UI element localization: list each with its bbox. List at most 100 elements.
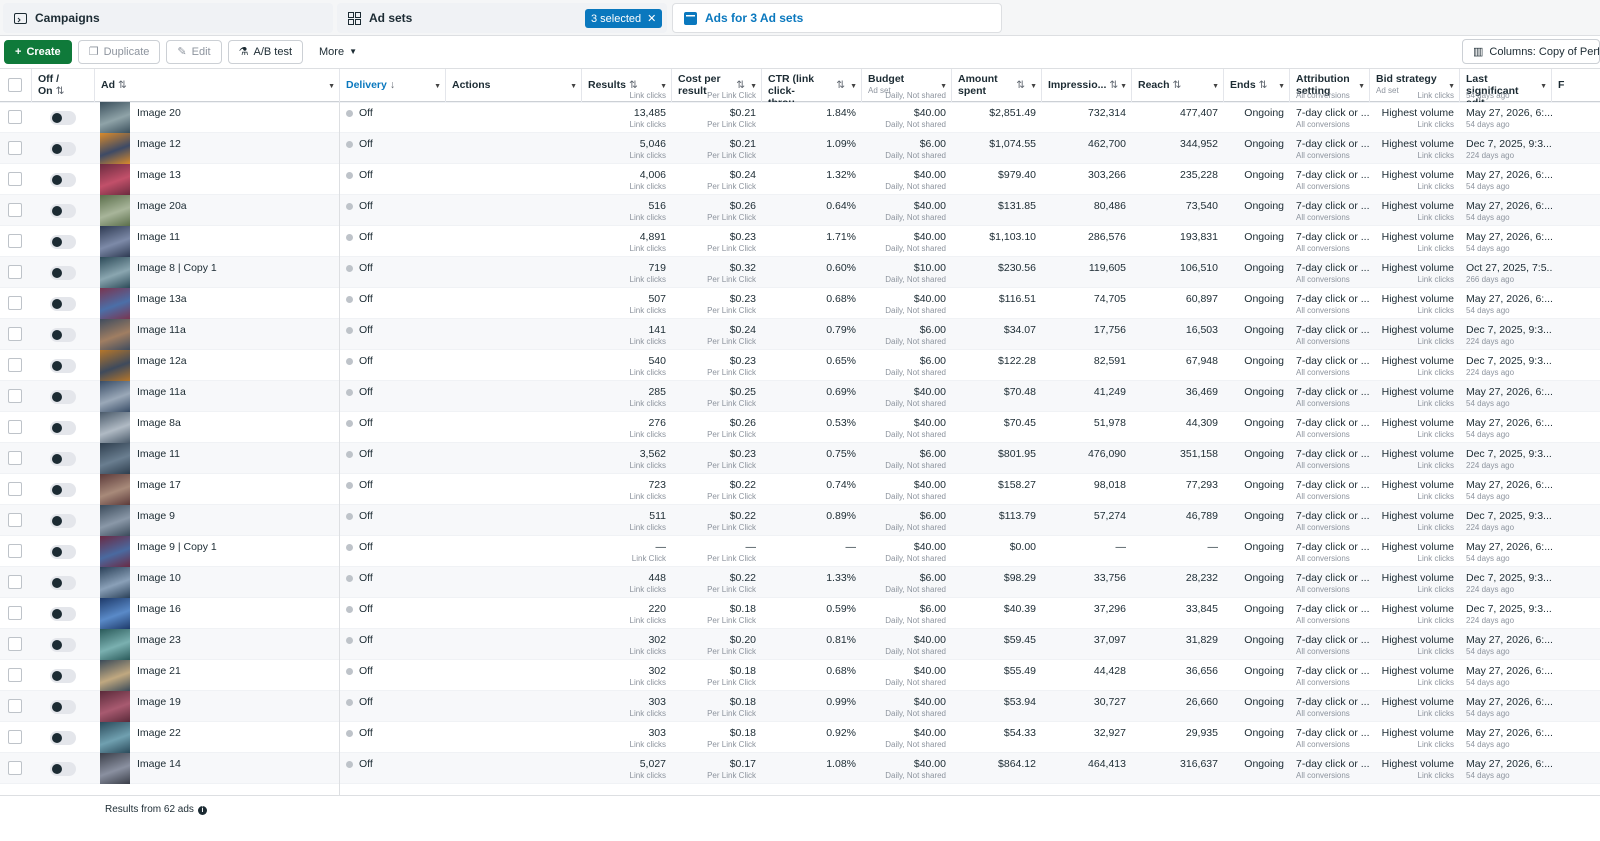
row-checkbox[interactable] (8, 513, 22, 527)
table-row[interactable]: Image 20a Off 516 Link clicks $0.26 Per Link … (0, 195, 1600, 226)
on-off-toggle[interactable] (50, 483, 76, 497)
on-off-toggle[interactable] (50, 173, 76, 187)
ad-name[interactable]: Image 11 (131, 226, 339, 257)
row-checkbox[interactable] (8, 668, 22, 682)
row-checkbox[interactable] (8, 761, 22, 775)
more-button[interactable]: More ▼ (309, 39, 367, 64)
ad-name[interactable]: Image 23 (131, 629, 339, 660)
on-off-toggle[interactable] (50, 700, 76, 714)
ad-name[interactable]: Image 9 (131, 505, 339, 536)
ad-thumbnail[interactable] (100, 319, 130, 350)
row-checkbox[interactable] (8, 296, 22, 310)
ad-thumbnail[interactable] (100, 536, 130, 567)
on-off-toggle[interactable] (50, 235, 76, 249)
ab-test-button[interactable]: ⚗ A/B test (227, 39, 304, 64)
table-row[interactable]: Image 14 Off 5,027 Link clicks $0.17 Per Link… (0, 753, 1600, 784)
ad-name[interactable]: Image 11 (131, 443, 339, 474)
on-off-toggle[interactable] (50, 545, 76, 559)
ad-name[interactable]: Image 20a (131, 195, 339, 226)
on-off-toggle[interactable] (50, 111, 76, 125)
ad-thumbnail[interactable] (100, 598, 130, 629)
ad-name[interactable]: Image 14 (131, 753, 339, 784)
ad-thumbnail[interactable] (100, 350, 130, 381)
on-off-toggle[interactable] (50, 514, 76, 528)
ad-thumbnail[interactable] (100, 474, 130, 505)
ad-thumbnail[interactable] (100, 381, 130, 412)
on-off-toggle[interactable] (50, 669, 76, 683)
ad-name[interactable]: Image 11a (131, 319, 339, 350)
ad-name[interactable]: Image 13a (131, 288, 339, 319)
on-off-toggle[interactable] (50, 328, 76, 342)
on-off-toggle[interactable] (50, 142, 76, 156)
table-row[interactable]: Image 13 Off 4,006 Link clicks $0.24 Per Link… (0, 164, 1600, 195)
ad-thumbnail[interactable] (100, 226, 130, 257)
on-off-toggle[interactable] (50, 452, 76, 466)
row-checkbox[interactable] (8, 234, 22, 248)
tab-ads[interactable]: Ads for 3 Ad sets (672, 3, 1002, 33)
table-row[interactable]: Image 20 Off 13,485 Link clicks $0.21 Per Lin… (0, 102, 1600, 133)
duplicate-button[interactable]: ❐ Duplicate (77, 39, 161, 64)
ad-thumbnail[interactable] (100, 133, 130, 164)
ad-name[interactable]: Image 12 (131, 133, 339, 164)
on-off-toggle[interactable] (50, 421, 76, 435)
ad-thumbnail[interactable] (100, 443, 130, 474)
table-row[interactable]: Image 11a Off 285 Link clicks $0.25 Per Link … (0, 381, 1600, 412)
ad-thumbnail[interactable] (100, 691, 130, 722)
row-checkbox[interactable] (8, 544, 22, 558)
on-off-toggle[interactable] (50, 204, 76, 218)
ad-name[interactable]: Image 10 (131, 567, 339, 598)
ad-name[interactable]: Image 16 (131, 598, 339, 629)
row-checkbox[interactable] (8, 110, 22, 124)
table-row[interactable]: Image 16 Off 220 Link clicks $0.18 Per Link C… (0, 598, 1600, 629)
table-row[interactable]: Image 12 Off 5,046 Link clicks $0.21 Per Link… (0, 133, 1600, 164)
table-row[interactable]: Image 11 Off 4,891 Link clicks $0.23 Per Link… (0, 226, 1600, 257)
tab-campaigns[interactable]: Campaigns (3, 3, 333, 33)
table-row[interactable]: Image 22 Off 303 Link clicks $0.18 Per Link C… (0, 722, 1600, 753)
table-row[interactable]: Image 8 | Copy 1 Off 719 Link clicks $0.32 Pe… (0, 257, 1600, 288)
table-row[interactable]: Image 11a Off 141 Link clicks $0.24 Per Link … (0, 319, 1600, 350)
on-off-toggle[interactable] (50, 266, 76, 280)
ad-name[interactable]: Image 22 (131, 722, 339, 753)
row-checkbox[interactable] (8, 451, 22, 465)
ad-name[interactable]: Image 8a (131, 412, 339, 443)
table-row[interactable]: Image 12a Off 540 Link clicks $0.23 Per Link … (0, 350, 1600, 381)
ad-name[interactable]: Image 13 (131, 164, 339, 195)
on-off-toggle[interactable] (50, 607, 76, 621)
on-off-toggle[interactable] (50, 731, 76, 745)
ad-thumbnail[interactable] (100, 164, 130, 195)
table-row[interactable]: Image 9 | Copy 1 Off — Link Click — Per Link … (0, 536, 1600, 567)
ad-name[interactable]: Image 17 (131, 474, 339, 505)
on-off-toggle[interactable] (50, 297, 76, 311)
create-button[interactable]: + Create (4, 39, 72, 64)
info-icon[interactable]: i (197, 806, 207, 815)
ad-name[interactable]: Image 19 (131, 691, 339, 722)
ad-thumbnail[interactable] (100, 722, 130, 753)
ad-name[interactable]: Image 21 (131, 660, 339, 691)
ad-thumbnail[interactable] (100, 505, 130, 536)
ad-name[interactable]: Image 12a (131, 350, 339, 381)
select-all-checkbox[interactable] (8, 78, 22, 92)
ad-name[interactable]: Image 8 | Copy 1 (131, 257, 339, 288)
ad-thumbnail[interactable] (100, 753, 130, 784)
edit-button[interactable]: ✎ Edit (166, 39, 222, 64)
ad-name[interactable]: Image 11a (131, 381, 339, 412)
table-row[interactable]: Image 8a Off 276 Link clicks $0.26 Per Link C… (0, 412, 1600, 443)
on-off-toggle[interactable] (50, 390, 76, 404)
ad-thumbnail[interactable] (100, 567, 130, 598)
ad-thumbnail[interactable] (100, 629, 130, 660)
row-checkbox[interactable] (8, 172, 22, 186)
ad-thumbnail[interactable] (100, 660, 130, 691)
ad-thumbnail[interactable] (100, 195, 130, 226)
row-checkbox[interactable] (8, 482, 22, 496)
selected-chip[interactable]: 3 selected ✕ (585, 9, 663, 28)
table-row[interactable]: Image 23 Off 302 Link clicks $0.20 Per Link C… (0, 629, 1600, 660)
ad-name[interactable]: Image 20 (131, 102, 339, 133)
columns-button[interactable]: ▥ Columns: Copy of Perform (1462, 39, 1600, 64)
row-checkbox[interactable] (8, 327, 22, 341)
row-checkbox[interactable] (8, 358, 22, 372)
row-checkbox[interactable] (8, 637, 22, 651)
row-checkbox[interactable] (8, 606, 22, 620)
table-row[interactable]: Image 10 Off 448 Link clicks $0.22 Per Link C… (0, 567, 1600, 598)
table-row[interactable]: Image 19 Off 303 Link clicks $0.18 Per Link C… (0, 691, 1600, 722)
table-row[interactable]: Image 21 Off 302 Link clicks $0.18 Per Link C… (0, 660, 1600, 691)
